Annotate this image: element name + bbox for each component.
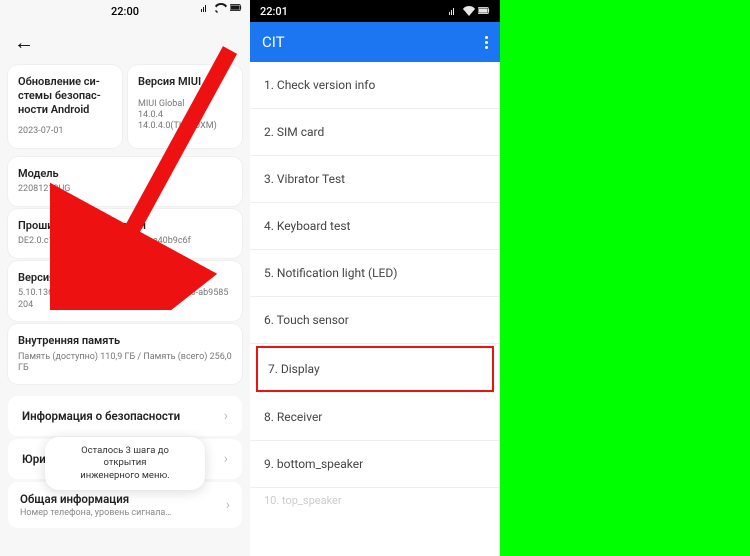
model-value: 22081212UG (18, 184, 232, 195)
general-info-title: Общая информация (20, 492, 171, 506)
clock: 22:01 (260, 5, 288, 18)
security-update-title: Обновление си- стемы безопас- ности Andr… (18, 75, 112, 116)
status-bar: 22:00 (0, 0, 250, 22)
cit-title: CIT (262, 33, 285, 51)
cit-item-display[interactable]: 7. Display (256, 346, 494, 392)
security-info-label: Информация о безопасности (22, 409, 180, 423)
toast-line2: инженерного меню. (59, 470, 191, 482)
settings-about-panel: 22:00 ← Обновление си- стемы безопас- но… (0, 0, 250, 556)
clock: 22:00 (111, 5, 139, 18)
status-icons (448, 6, 490, 16)
cit-panel: 22:01 CIT 1. Check version info 2. SIM c… (250, 0, 500, 556)
general-info-sub: Номер телефона, уровень сигнала… (20, 508, 171, 518)
firmware-title: Прошивка модуля связи (18, 219, 232, 233)
security-update-date: 2023-07-01 (18, 126, 112, 137)
storage-title: Внутренняя память (18, 334, 232, 348)
cit-item-notification-light[interactable]: 5. Notification light (LED) (250, 250, 500, 297)
status-icons (200, 3, 242, 13)
miui-version-title: Версия MIUI (138, 75, 232, 89)
cit-item-top-speaker[interactable]: 10. top_speaker (250, 488, 500, 513)
chevron-right-icon: › (224, 451, 228, 467)
security-update-card[interactable]: Обновление си- стемы безопас- ности Andr… (8, 65, 122, 148)
overflow-menu-icon[interactable] (485, 36, 488, 49)
toast-line1: Осталось 3 шага до открытия (59, 445, 191, 470)
kernel-title: Версия ядра (18, 271, 232, 285)
cit-item-bottom-speaker[interactable]: 9. bottom_speaker (250, 441, 500, 488)
back-row: ← (0, 22, 250, 59)
cit-item-receiver[interactable]: 8. Receiver (250, 394, 500, 441)
cit-item-sim-card[interactable]: 2. SIM card (250, 109, 500, 156)
toast-steps-remaining: Осталось 3 шага до открытия инженерного … (45, 437, 205, 490)
kernel-card[interactable]: Версия ядра 5.10.136-android12-9-00021-g… (8, 261, 242, 321)
cit-item-vibrator[interactable]: 3. Vibrator Test (250, 156, 500, 203)
firmware-value: DE2.0.c1-gl-19921.1…6_0554_b5ce40b9c6f (18, 236, 232, 247)
green-screen-panel (500, 0, 750, 556)
cit-list: 1. Check version info 2. SIM card 3. Vib… (250, 62, 500, 513)
model-card[interactable]: Модель 22081212UG (8, 157, 242, 206)
model-title: Модель (18, 167, 232, 181)
chevron-right-icon: › (224, 408, 228, 424)
security-info-row[interactable]: Информация о безопасности › (8, 396, 242, 436)
miui-version-card[interactable]: Версия MIUI MIUI Global 14.0.4 14.0.4.0(… (128, 65, 242, 148)
firmware-card[interactable]: Прошивка модуля связи DE2.0.c1-gl-19921.… (8, 209, 242, 258)
back-icon[interactable]: ← (14, 30, 34, 54)
cit-item-check-version[interactable]: 1. Check version info (250, 62, 500, 109)
chevron-right-icon: › (226, 497, 230, 513)
storage-card[interactable]: Внутренняя память Память (доступно) 110,… (8, 324, 242, 384)
kernel-value: 5.10.136-android12-9-00021-g821df8f5bd36… (18, 288, 232, 311)
legal-info-label: Юри (22, 452, 46, 466)
cit-titlebar: CIT (250, 22, 500, 62)
status-bar: 22:01 (250, 0, 500, 22)
miui-version-value: MIUI Global 14.0.4 14.0.4.0(TLFRUXM) (138, 99, 232, 133)
cit-item-keyboard[interactable]: 4. Keyboard test (250, 203, 500, 250)
cit-item-touch-sensor[interactable]: 6. Touch sensor (250, 297, 500, 344)
storage-value: Память (доступно) 110,9 ГБ / Память (все… (18, 352, 232, 375)
